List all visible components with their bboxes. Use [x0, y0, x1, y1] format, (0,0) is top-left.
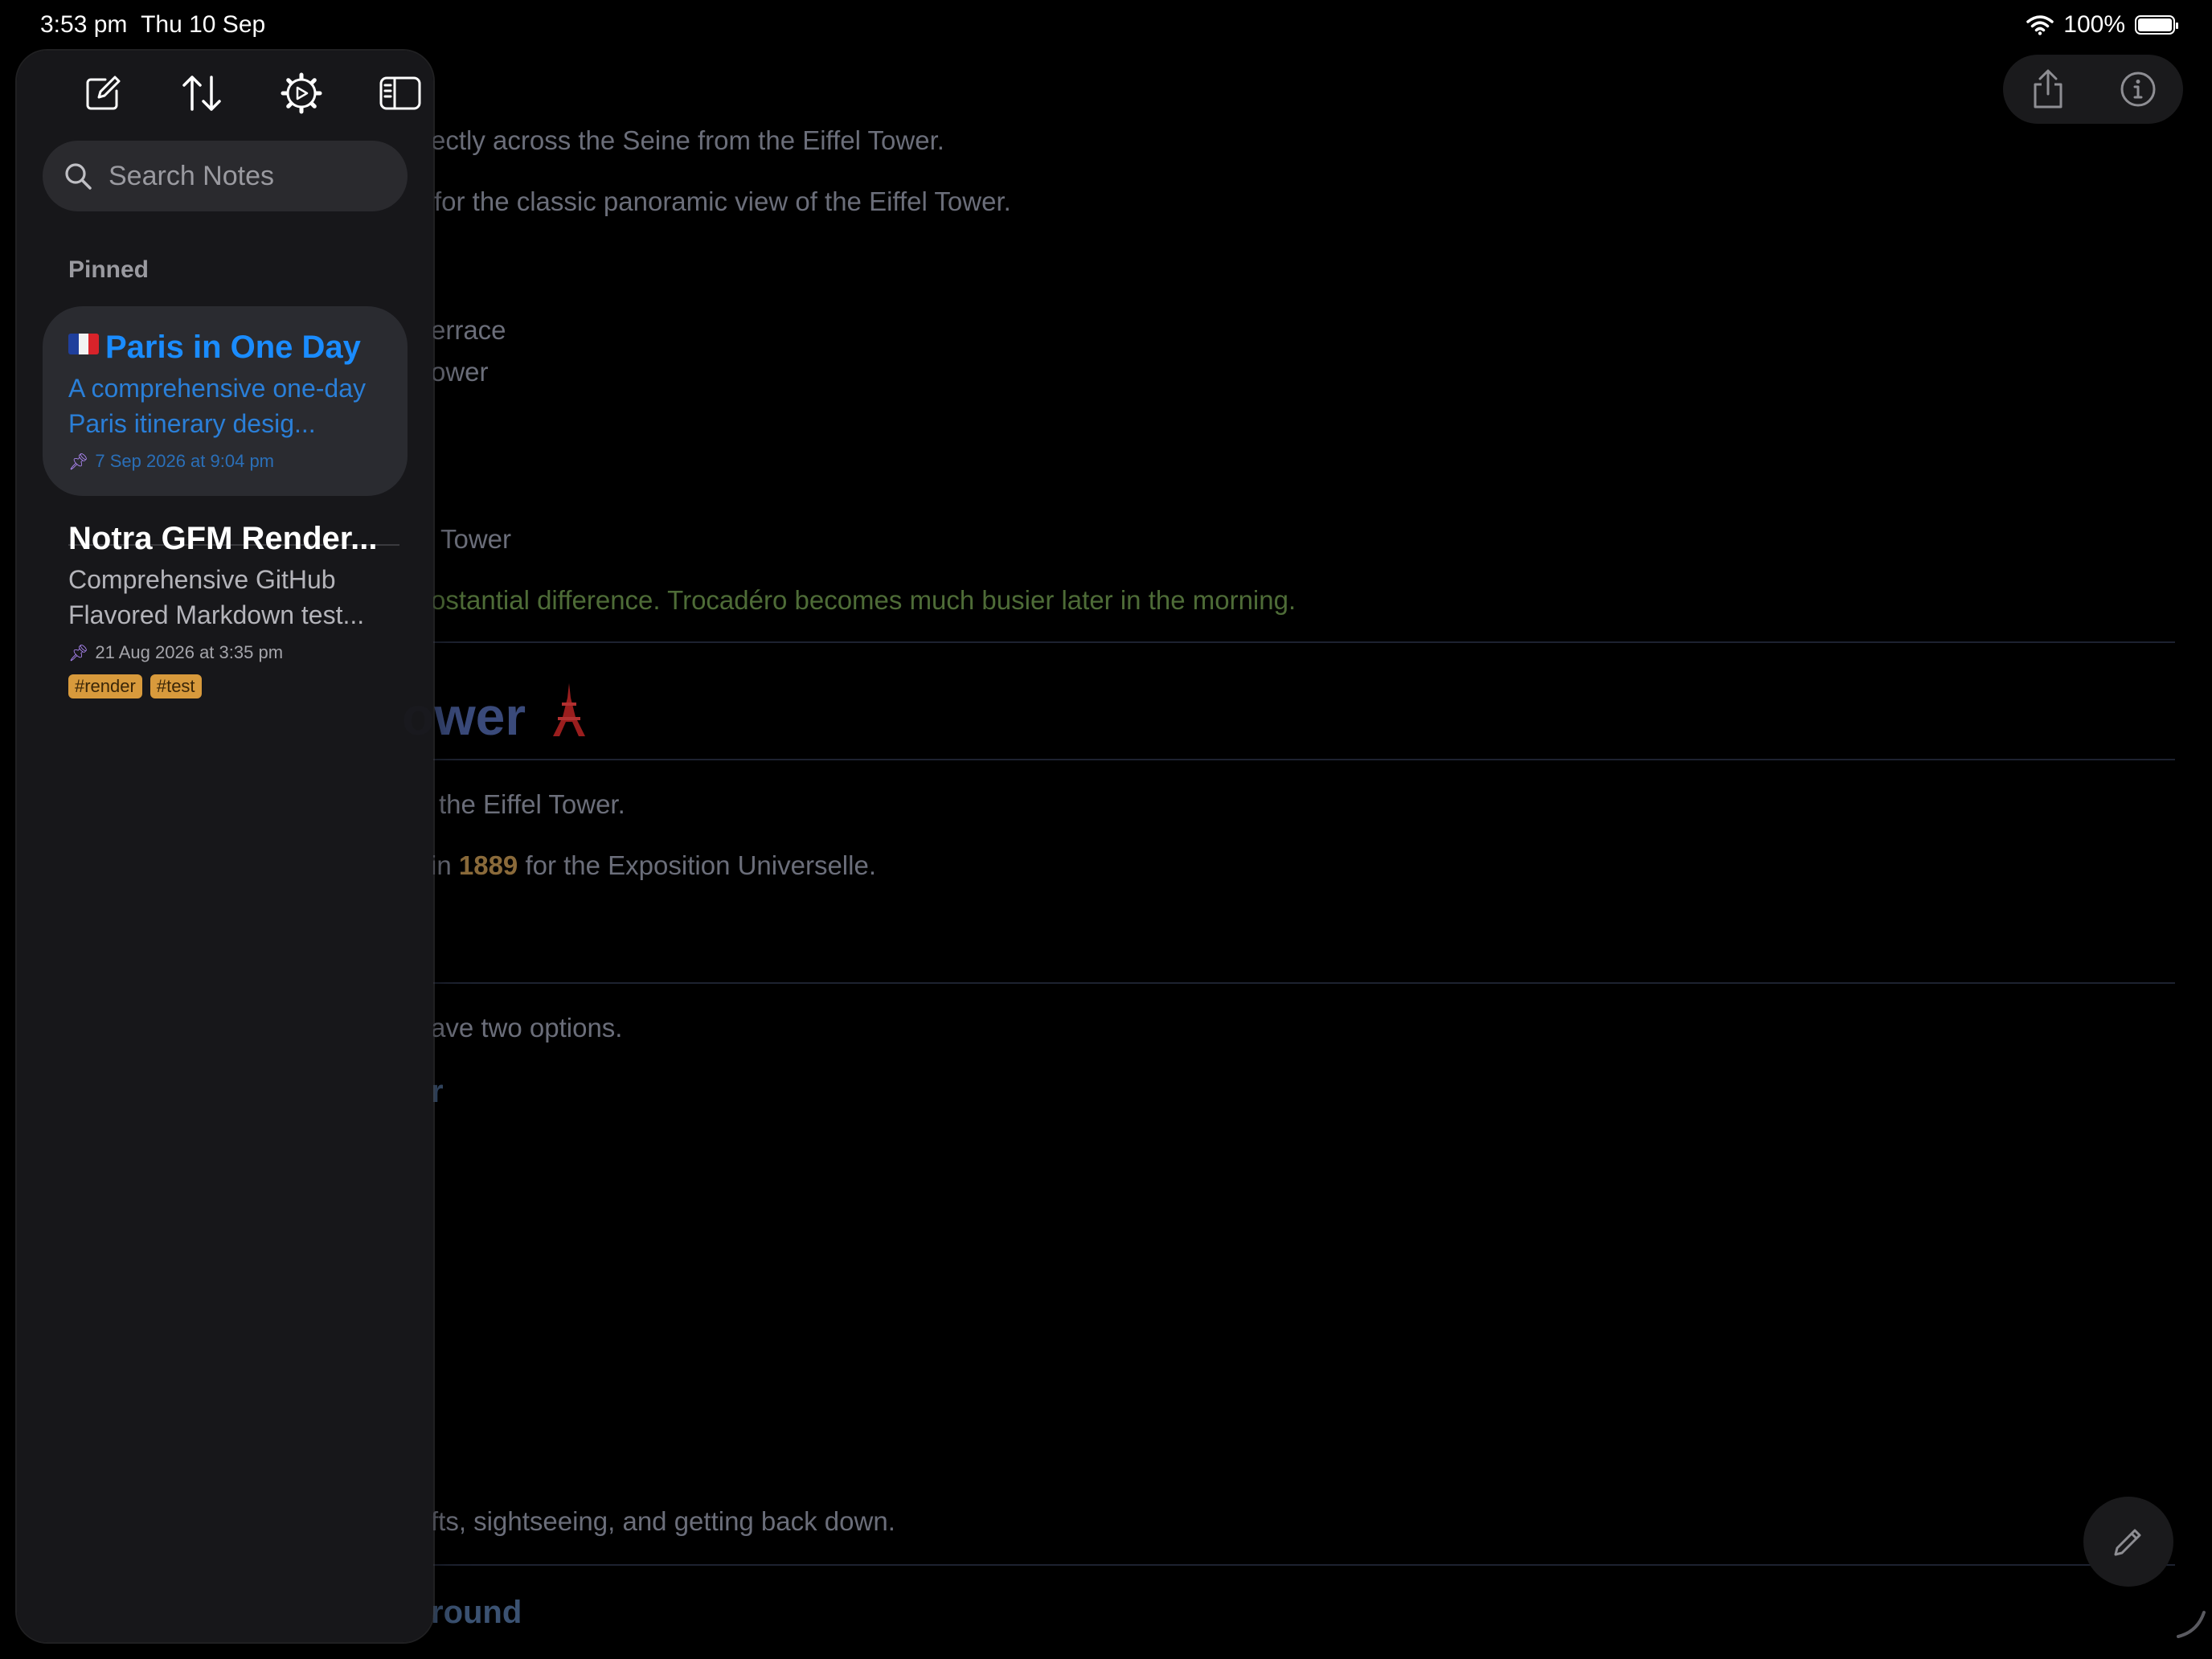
divider: [431, 759, 2175, 760]
wifi-icon: [2026, 15, 2054, 35]
note-toolbar: [2003, 55, 2183, 124]
note-line: the Eiffel Tower.: [439, 789, 625, 819]
eiffel-tower-icon: [553, 683, 586, 736]
pin-icon: 📌︎: [68, 453, 89, 471]
search-bar[interactable]: [43, 141, 408, 211]
divider: [431, 982, 2175, 984]
sort-icon: [182, 76, 222, 111]
note-description: A comprehensive one-day Paris itinerary …: [68, 374, 366, 438]
text: for the Exposition Universelle.: [518, 850, 876, 880]
share-icon: [2034, 69, 2062, 109]
new-note-button[interactable]: [75, 65, 131, 121]
tag-list: #render #test: [68, 674, 382, 698]
note-title-text: Paris in One Day: [105, 330, 361, 365]
search-input[interactable]: [107, 159, 399, 193]
tag-badge[interactable]: #render: [68, 674, 142, 698]
note-list-item[interactable]: Notra GFM Render... Comprehensive GitHub…: [43, 498, 408, 755]
text: in: [431, 850, 459, 880]
note-line: errace: [431, 315, 506, 345]
divider: [431, 1564, 2175, 1566]
note-line: in 1889 for the Exposition Universelle.: [431, 850, 876, 881]
search-icon: [65, 163, 92, 190]
sort-button[interactable]: [174, 65, 230, 121]
info-icon: [2120, 72, 2156, 107]
france-flag-icon: [68, 334, 99, 354]
gear-icon: [281, 72, 322, 114]
note-description: Comprehensive GitHub Flavored Markdown t…: [68, 565, 365, 629]
settings-button[interactable]: [273, 65, 330, 121]
status-time: 3:53 pm: [40, 11, 128, 38]
toggle-sidebar-button[interactable]: [372, 65, 428, 121]
status-date: Thu 10 Sep: [141, 11, 266, 38]
edit-button[interactable]: [2083, 1497, 2173, 1587]
info-button[interactable]: [2114, 65, 2162, 113]
section-label-pinned: Pinned: [68, 256, 150, 283]
scroll-indicator-icon: [2177, 1611, 2206, 1638]
status-bar-datetime: 3:53 pm Thu 10 Sep: [40, 11, 265, 39]
note-line: ower: [431, 357, 489, 387]
note-date: 7 Sep 2026 at 9:04 pm: [95, 451, 275, 471]
note-line: ave two options.: [431, 1013, 623, 1043]
share-button[interactable]: [2024, 65, 2072, 113]
note-line: ectly across the Seine from the Eiffel T…: [431, 125, 944, 155]
divider: [431, 641, 2175, 643]
note-line: ostantial difference. Trocadéro becomes …: [431, 585, 1296, 615]
note-line: for the classic panoramic view of the Ei…: [434, 186, 1011, 216]
pin-icon: 📌︎: [68, 644, 89, 662]
note-line: fts, sightseeing, and getting back down.: [431, 1506, 895, 1536]
status-bar-right: 100%: [2026, 11, 2178, 39]
battery-fill: [2138, 18, 2172, 31]
battery-percent: 100%: [2063, 11, 2125, 38]
battery-icon: [2135, 15, 2178, 35]
note-date: 21 Aug 2026 at 3:35 pm: [95, 642, 284, 662]
note-subheading: round: [431, 1595, 522, 1630]
note-meta: 📌︎ 7 Sep 2026 at 9:04 pm: [68, 451, 382, 472]
compose-icon: [86, 76, 121, 110]
year-text: 1889: [458, 850, 518, 880]
note-title: Paris in One Day: [68, 327, 382, 367]
note-list-item[interactable]: Paris in One Day A comprehensive one-day…: [43, 306, 408, 496]
note-title: Notra GFM Render...: [68, 521, 378, 556]
note-meta: 📌︎ 21 Aug 2026 at 3:35 pm: [68, 642, 382, 663]
tag-badge[interactable]: #test: [150, 674, 202, 698]
note-line: Tower: [440, 524, 512, 554]
sidebar-toolbar: [75, 65, 428, 121]
notes-sidebar: Pinned Paris in One Day A comprehensive …: [17, 51, 433, 1642]
sidebar-icon: [379, 76, 421, 110]
pencil-icon: [2114, 1529, 2141, 1556]
